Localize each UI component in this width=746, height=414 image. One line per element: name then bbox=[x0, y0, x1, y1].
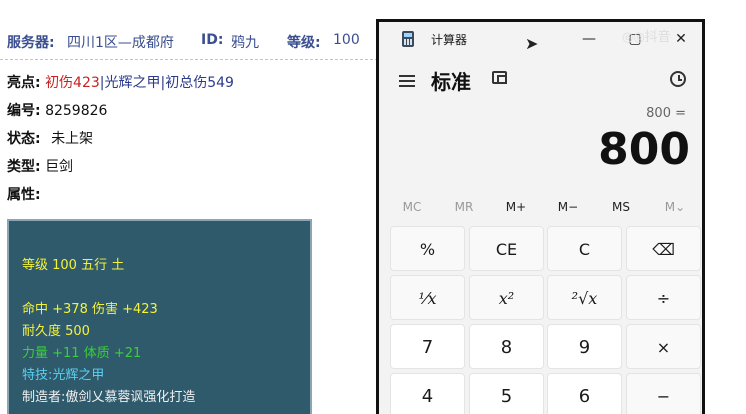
video-watermark: ◎◎抖音 bbox=[622, 30, 671, 45]
memory-row: MC MR M+ M− MS M⌄ bbox=[379, 200, 702, 222]
type-row: 类型: 巨剑 bbox=[7, 156, 73, 176]
digit-6-button[interactable]: 6 bbox=[547, 373, 622, 414]
backspace-button[interactable]: ⌫ bbox=[626, 226, 701, 271]
window-title: 计算器 bbox=[431, 33, 468, 47]
reciprocal-button[interactable]: ⅟x bbox=[390, 275, 465, 320]
digit-8-button[interactable]: 8 bbox=[469, 324, 544, 369]
digit-7-button[interactable]: 7 bbox=[390, 324, 465, 369]
server-label: 服务器: bbox=[7, 35, 55, 51]
type-label: 类型: bbox=[7, 159, 41, 175]
id-value: 鸦九 bbox=[231, 35, 259, 51]
digit-5-button[interactable]: 5 bbox=[469, 373, 544, 414]
square-button[interactable]: x² bbox=[469, 275, 544, 320]
menu-icon[interactable] bbox=[399, 75, 415, 87]
percent-button[interactable]: % bbox=[390, 226, 465, 271]
item-attributes-box: 等级 100 五行 土 命中 +378 伤害 +423 耐久度 500 力量 +… bbox=[7, 219, 312, 414]
reciprocal-label: ⅟x bbox=[418, 289, 437, 308]
result-display: 800 bbox=[598, 124, 690, 175]
history-icon[interactable] bbox=[670, 71, 686, 87]
item-skill-line: 特技:光辉之甲 bbox=[22, 368, 105, 383]
attributes-row: 属性: bbox=[7, 184, 41, 204]
clear-button[interactable]: C bbox=[547, 226, 622, 271]
server-value: 四川1区—成都府 bbox=[67, 35, 174, 51]
item-stats-line: 力量 +11 体质 +21 bbox=[22, 346, 142, 361]
calculator-window: 计算器 ➤ — ▢ ✕ 标准 800 = 800 MC MR M+ M− MS … bbox=[376, 19, 705, 414]
status-value: 未上架 bbox=[51, 131, 94, 147]
memory-list-button[interactable]: M⌄ bbox=[655, 200, 695, 214]
memory-clear-button[interactable]: MC bbox=[392, 200, 432, 214]
status-label: 状态: bbox=[7, 131, 41, 147]
mode-title: 标准 bbox=[431, 70, 471, 94]
item-durability-line: 耐久度 500 bbox=[22, 324, 90, 339]
clear-entry-button[interactable]: CE bbox=[469, 226, 544, 271]
item-maker-line: 制造者:傲剑乂慕蓉讽强化打造 bbox=[22, 390, 196, 405]
minus-button[interactable]: − bbox=[626, 373, 701, 414]
keep-on-top-icon[interactable] bbox=[492, 71, 507, 84]
highlights-label: 亮点: bbox=[7, 75, 41, 91]
digit-4-button[interactable]: 4 bbox=[390, 373, 465, 414]
calculator-app-icon bbox=[402, 31, 414, 47]
server-info-bar: 服务器: 四川1区—成都府 ID: 鸦九 等级: 100 bbox=[0, 22, 378, 60]
digit-9-button[interactable]: 9 bbox=[547, 324, 622, 369]
type-value: 巨剑 bbox=[45, 159, 74, 175]
status-row: 状态: 未上架 bbox=[7, 128, 93, 148]
number-row: 编号: 8259826 bbox=[7, 100, 107, 120]
item-level-line: 等级 100 五行 土 bbox=[22, 258, 125, 273]
memory-recall-button[interactable]: MR bbox=[444, 200, 484, 214]
square-root-label: ²√x bbox=[571, 289, 598, 308]
number-label: 编号: bbox=[7, 103, 41, 119]
divide-button[interactable]: ÷ bbox=[626, 275, 701, 320]
level-value: 100 bbox=[333, 32, 360, 48]
highlight-tag: 初总伤549 bbox=[165, 75, 234, 91]
item-hit-damage-line: 命中 +378 伤害 +423 bbox=[22, 302, 158, 317]
multiply-button[interactable]: × bbox=[626, 324, 701, 369]
square-label: x² bbox=[498, 289, 515, 308]
highlight-tag: 初伤423 bbox=[45, 75, 100, 91]
memory-add-button[interactable]: M+ bbox=[496, 200, 536, 214]
mouse-cursor-icon: ➤ bbox=[525, 34, 539, 53]
level-label: 等级: bbox=[287, 35, 321, 51]
square-root-button[interactable]: ²√x bbox=[547, 275, 622, 320]
highlight-tag: 光辉之甲 bbox=[104, 75, 161, 91]
highlights-row: 亮点: 初伤423|光辉之甲|初总伤549 bbox=[7, 72, 234, 92]
minimize-button[interactable]: — bbox=[569, 26, 609, 52]
expression-display: 800 = bbox=[646, 106, 686, 121]
id-label: ID: bbox=[201, 32, 224, 48]
attributes-label: 属性: bbox=[7, 187, 41, 203]
number-value: 8259826 bbox=[45, 103, 108, 119]
memory-subtract-button[interactable]: M− bbox=[548, 200, 588, 214]
memory-store-button[interactable]: MS bbox=[601, 200, 641, 214]
